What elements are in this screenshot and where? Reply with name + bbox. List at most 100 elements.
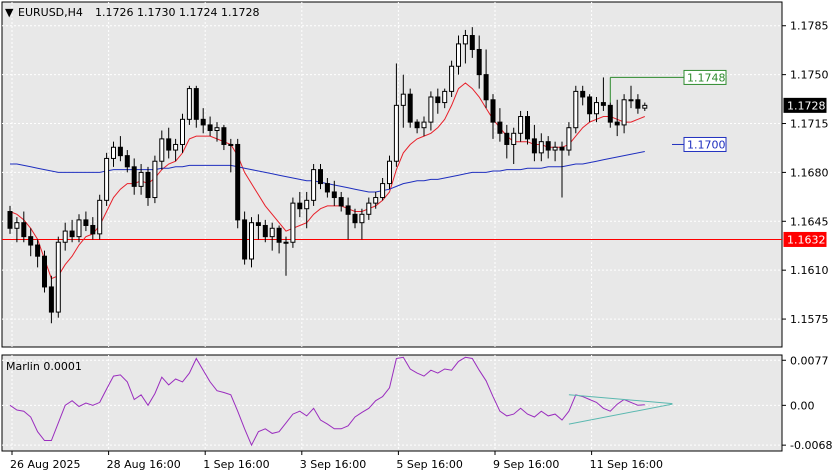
price-tick-label: 1.1785	[790, 20, 829, 33]
time-tick-label: 28 Aug 16:00	[107, 458, 181, 471]
candle	[104, 152, 110, 206]
price-label-current: 1.1728	[783, 97, 827, 113]
candle-body-up	[628, 99, 634, 102]
candle	[311, 164, 317, 206]
candle-body-up	[373, 197, 379, 204]
candle-body-down	[7, 211, 13, 229]
candle-body-up	[290, 202, 296, 243]
candle-body-up	[518, 116, 524, 134]
candle-body-up	[366, 202, 372, 215]
candle	[242, 211, 248, 265]
candle	[573, 85, 579, 134]
candle-body-down	[469, 35, 475, 50]
candle	[449, 60, 455, 97]
candle-body-up	[393, 104, 399, 162]
candle-body-down	[42, 255, 47, 288]
candle-body-up	[380, 183, 386, 199]
symbol-label: EURUSD,H4	[18, 6, 83, 19]
candle-body-up	[55, 241, 61, 313]
candle-body-up	[359, 213, 365, 224]
candle-body-up	[511, 132, 517, 145]
candle-body-down	[600, 102, 606, 106]
candle-body-up	[311, 169, 317, 201]
candle-body-down	[490, 99, 496, 123]
candle-body-up	[283, 241, 289, 244]
candle-body-up	[304, 199, 310, 210]
osc-tick-label: 0.0077	[790, 354, 829, 367]
candle-body-down	[276, 227, 282, 243]
candle-body-down	[255, 222, 261, 226]
candle	[186, 85, 192, 125]
candle-body-down	[483, 74, 489, 101]
candle-body-down	[531, 138, 537, 154]
candle-body-up	[76, 219, 82, 238]
candle-body-up	[214, 127, 220, 132]
candle	[407, 88, 413, 128]
time-tick-label: 26 Aug 2025	[10, 458, 80, 471]
candle-body-down	[338, 197, 344, 207]
time-tick-label: 9 Sep 16:00	[493, 458, 559, 471]
time-tick-label: 3 Sep 16:00	[300, 458, 366, 471]
candle-body-down	[635, 99, 641, 109]
candle-body-up	[594, 102, 599, 115]
osc-tick-label: 0.00	[790, 399, 815, 412]
candle-body-down	[28, 236, 34, 246]
candle-body-down	[352, 213, 358, 224]
price-tick-label: 1.1680	[790, 166, 829, 179]
price-label-green: 1.1748	[683, 69, 727, 85]
candle-body-down	[262, 224, 268, 238]
candle	[97, 194, 103, 240]
price-tick-label: 1.1750	[790, 69, 829, 82]
candle-body-up	[138, 171, 144, 187]
candle-body-up	[573, 90, 579, 129]
candle-body-down	[166, 138, 172, 151]
price-label-text: 1.1728	[787, 99, 826, 112]
candle-body-down	[35, 244, 41, 257]
candle	[152, 155, 158, 204]
candle-body-up	[97, 199, 103, 235]
chart-menu-arrow-icon[interactable]: ▼	[5, 6, 14, 19]
candle-body-up	[621, 99, 627, 126]
candle-body-down	[345, 205, 351, 215]
price-label-blue: 1.1700	[683, 136, 727, 152]
candle-body-down	[235, 143, 241, 221]
candle-body-up	[111, 146, 116, 159]
oscillator-axis: 0.0077 0.00 -0.0068	[782, 354, 832, 452]
candle-body-up	[449, 65, 455, 92]
candle-body-up	[159, 138, 165, 162]
candle-body-up	[269, 227, 275, 238]
time-tick-label: 11 Sep 16:00	[590, 458, 663, 471]
price-tick-label: 1.1715	[790, 118, 829, 131]
candle-body-down	[407, 93, 413, 123]
candle	[55, 236, 61, 318]
candle	[42, 250, 47, 293]
time-tick-label: 1 Sep 16:00	[203, 458, 269, 471]
candle-body-up	[552, 146, 558, 151]
candle-body-up	[228, 143, 234, 146]
candle-body-up	[428, 96, 434, 123]
candle-body-down	[580, 90, 586, 98]
candle-body-down	[587, 96, 593, 115]
candle-body-up	[104, 157, 110, 201]
candle-body-down	[131, 166, 137, 187]
candle-body-up	[442, 90, 448, 104]
candle-body-down	[200, 118, 206, 126]
candle-body-down	[90, 224, 96, 235]
chart-root: 1.1785 1.1750 1.1715 1.1680 1.1645 1.1610 1.15…	[1, 1, 832, 471]
candle-body-down	[207, 124, 213, 132]
candle-body-up	[14, 222, 20, 229]
candle-body-down	[193, 88, 199, 120]
candle-body-down	[297, 202, 303, 210]
candle-body-down	[559, 146, 565, 151]
candle-body-up	[186, 88, 192, 120]
candle-body-down	[48, 286, 54, 313]
candle-body-down	[414, 121, 420, 129]
candle-body-down	[242, 219, 248, 260]
candle-body-down	[504, 132, 510, 145]
candle-body-up	[387, 160, 392, 185]
candle-body-down	[331, 191, 337, 199]
candle	[235, 138, 241, 229]
candle-body-up	[62, 230, 68, 243]
candle-body-down	[497, 121, 503, 134]
candle-body-down	[69, 230, 75, 238]
